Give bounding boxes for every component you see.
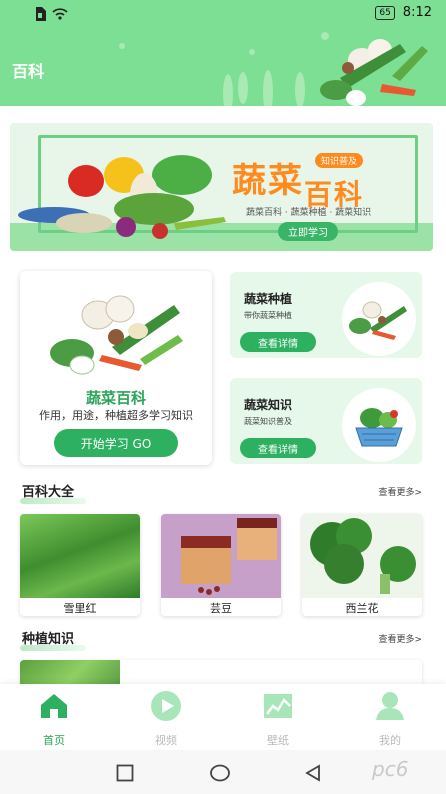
tab-wallpaper[interactable]: 壁纸 (238, 684, 318, 750)
back-triangle-icon[interactable] (304, 764, 322, 782)
planting-more-link[interactable]: 查看更多> (378, 632, 422, 645)
battery-icon: 65 (375, 5, 395, 20)
mustard-greens-photo (20, 514, 140, 598)
encyclopedia-more-link[interactable]: 查看更多> (378, 485, 422, 498)
status-left-icons (34, 7, 68, 21)
planting-card-title: 蔬菜种植 (244, 292, 293, 306)
planting-title: 种植知识 (22, 632, 75, 647)
status-bar: 65 8:12 (0, 0, 446, 28)
knowledge-card-subtitle: 蔬菜知识普及 (244, 417, 292, 426)
planting-card-subtitle: 带你蔬菜种植 (244, 311, 292, 320)
vegetables-illustration (18, 155, 226, 239)
tab-home[interactable]: 首页 (14, 684, 94, 750)
encyclopedia-title: 百科大全 (22, 485, 75, 500)
feature-card-subtitle: 作用，用途，种植超多学习知识 (39, 409, 193, 422)
planting-detail-button[interactable]: 查看详情 (240, 332, 316, 352)
feature-card[interactable]: 蔬菜百科 作用，用途，种植超多学习知识 开始学习 GO (20, 271, 212, 465)
encyclopedia-item[interactable]: 西兰花 (302, 514, 422, 616)
tab-label: 视频 (155, 734, 177, 747)
start-learning-button[interactable]: 开始学习 GO (54, 429, 178, 457)
banner-subtitle: 蔬菜百科 · 蔬菜种植 · 蔬菜知识 (246, 208, 372, 218)
bottom-tab-bar: 首页 视频 壁纸 我的 (0, 684, 446, 750)
encyclopedia-section-header: 百科大全 查看更多> (20, 481, 422, 505)
status-right: 65 8:12 (375, 5, 432, 20)
encyclopedia-item[interactable]: 芸豆 (161, 514, 281, 616)
banner-learn-button[interactable]: 立即学习 (278, 222, 338, 241)
planting-section-header: 种植知识 查看更多> (20, 628, 422, 652)
header-decoration (119, 32, 428, 106)
promo-banner[interactable]: 蔬菜百科 知识普及 蔬菜百科 · 蔬菜种植 · 蔬菜知识 立即学习 (10, 123, 433, 251)
sim-icon (36, 7, 46, 21)
planting-card-image (342, 282, 416, 356)
user-icon (376, 692, 404, 720)
encyclopedia-item[interactable]: 雪里红 (20, 514, 140, 616)
tab-video[interactable]: 视频 (126, 684, 206, 750)
tab-profile[interactable]: 我的 (350, 684, 430, 750)
app-header: 百科 (0, 28, 446, 106)
status-time: 8:12 (402, 5, 432, 20)
feature-card-title: 蔬菜百科 (85, 389, 146, 407)
item-label: 西兰花 (345, 602, 379, 615)
item-label: 雪里红 (63, 602, 97, 615)
beans-box-illustration (181, 518, 277, 595)
circle-icon[interactable] (210, 764, 230, 782)
kidney-beans-photo (161, 514, 281, 598)
basket-icon (355, 408, 403, 447)
vegetables-icon (349, 301, 407, 340)
square-icon[interactable] (116, 764, 134, 782)
knowledge-detail-button[interactable]: 查看详情 (240, 438, 316, 458)
broccoli-illustration (310, 518, 416, 594)
broccoli-photo (302, 514, 422, 598)
tab-label: 首页 (43, 734, 65, 747)
item-label: 芸豆 (210, 602, 232, 615)
planting-card[interactable]: 蔬菜种植 带你蔬菜种植 查看详情 (230, 272, 422, 358)
tab-label: 我的 (379, 734, 401, 747)
home-icon (41, 694, 67, 718)
banner-title-main: 蔬菜 (232, 161, 304, 201)
knowledge-card-image (342, 388, 416, 462)
wifi-icon (52, 8, 68, 20)
knowledge-card-title: 蔬菜知识 (244, 398, 293, 412)
vegetables-basket-illustration (50, 295, 183, 375)
chart-icon (264, 694, 292, 718)
play-icon (151, 691, 181, 721)
watermark: pc6 (372, 757, 409, 781)
banner-tag: 知识普及 (315, 153, 364, 168)
tab-label: 壁纸 (267, 734, 289, 747)
knowledge-card[interactable]: 蔬菜知识 蔬菜知识普及 查看详情 (230, 378, 422, 464)
